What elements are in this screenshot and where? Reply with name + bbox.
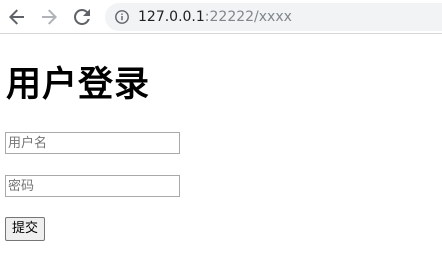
back-arrow-icon bbox=[9, 9, 24, 25]
submit-button[interactable]: 提交 bbox=[5, 217, 46, 241]
browser-toolbar: 127.0.0.1:22222/xxxx bbox=[0, 0, 442, 34]
url-host: 127.0.0.1 bbox=[138, 9, 205, 25]
info-icon[interactable] bbox=[115, 10, 129, 24]
back-button[interactable] bbox=[5, 5, 29, 29]
username-input[interactable] bbox=[5, 132, 180, 154]
address-bar[interactable]: 127.0.0.1:22222/xxxx bbox=[105, 3, 442, 31]
url-path: :22222/xxxx bbox=[204, 9, 292, 25]
forward-arrow-icon bbox=[42, 9, 57, 25]
forward-button[interactable] bbox=[37, 5, 61, 29]
url-text[interactable]: 127.0.0.1:22222/xxxx bbox=[138, 3, 292, 31]
reload-icon bbox=[74, 9, 90, 25]
reload-button[interactable] bbox=[70, 5, 94, 29]
page-title: 用户登录 bbox=[6, 65, 151, 105]
password-input[interactable] bbox=[5, 175, 180, 197]
